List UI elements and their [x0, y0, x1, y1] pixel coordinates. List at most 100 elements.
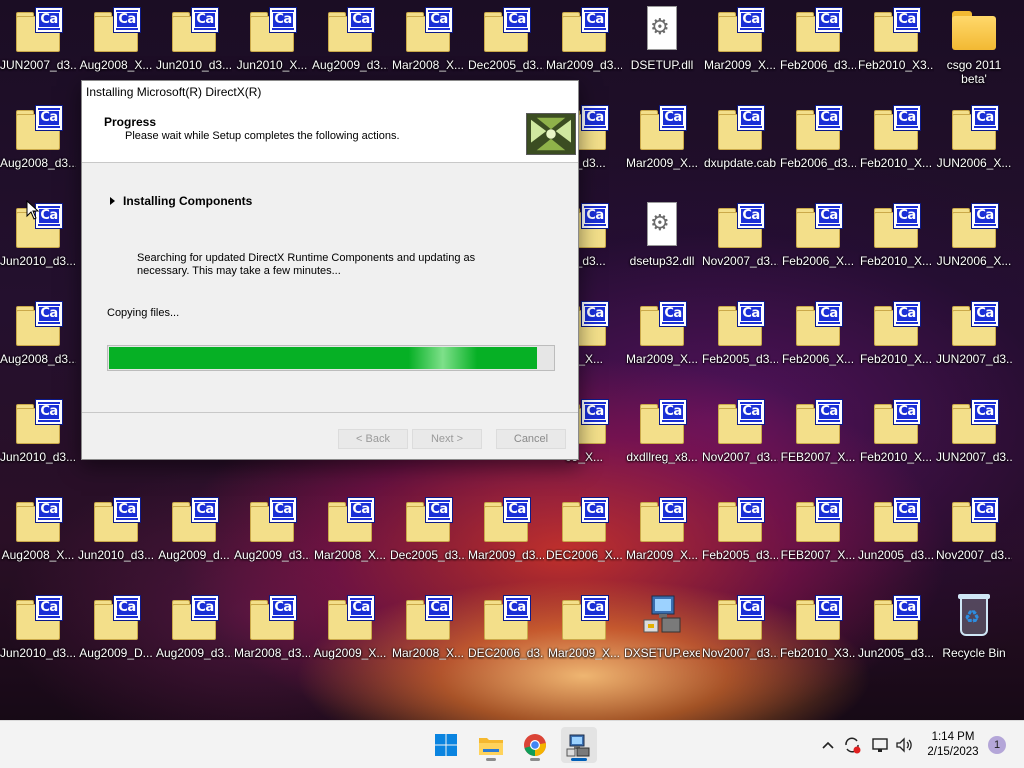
- desktop-icon[interactable]: Ca Mar2009_X...: [624, 100, 700, 192]
- desktop-icon[interactable]: Ca Mar2009_X...: [624, 296, 700, 388]
- desktop-icon-label: Mar2009_X...: [625, 548, 699, 562]
- cab-file-icon: Ca: [794, 202, 843, 250]
- cab-file-icon: Ca: [872, 6, 921, 54]
- desktop-icon[interactable]: Ca Mar2008_X...: [390, 590, 466, 682]
- desktop-icon[interactable]: Ca Aug2008_X...: [0, 492, 76, 584]
- cab-file-icon: Ca: [638, 398, 687, 446]
- cab-file-icon: Ca: [482, 6, 531, 54]
- desktop-icon-label: csgo 2011 beta': [946, 58, 1002, 86]
- desktop-icon-label: FEB2007_X...: [780, 450, 856, 464]
- cab-file-icon: Ca: [638, 496, 687, 544]
- desktop-icon[interactable]: Ca dxdllreg_x8...: [624, 394, 700, 486]
- desktop-icon[interactable]: Ca FEB2007_X...: [780, 394, 856, 486]
- desktop-icon[interactable]: Ca Feb2010_X...: [858, 100, 934, 192]
- chrome-button[interactable]: [517, 727, 553, 763]
- desktop-icon[interactable]: Ca Aug2008_d3...: [0, 296, 76, 388]
- desktop-icon[interactable]: ♻ Recycle Bin: [936, 590, 1012, 682]
- cab-file-icon: Ca: [248, 6, 297, 54]
- desktop-icon[interactable]: Ca Nov2007_d3...: [702, 590, 778, 682]
- desktop-icon-label: Feb2010_X...: [859, 156, 933, 170]
- desktop-icon[interactable]: Ca Feb2006_d3...: [780, 100, 856, 192]
- desktop-icon[interactable]: Ca Feb2010_X...: [858, 394, 934, 486]
- show-hidden-icons-chevron-icon[interactable]: [818, 735, 838, 755]
- desktop-icon[interactable]: Ca Feb2005_d3...: [702, 492, 778, 584]
- desktop-icon-label: Nov2007_d3...: [936, 548, 1012, 562]
- cab-file-icon: Ca: [872, 594, 921, 642]
- desktop-icon[interactable]: Ca Feb2010_X...: [858, 198, 934, 290]
- dxsetup-taskbar-button[interactable]: [561, 727, 597, 763]
- desktop-icon[interactable]: Ca Aug2009_D...: [78, 590, 154, 682]
- cab-file-icon: Ca: [14, 104, 63, 152]
- desktop-icon[interactable]: Ca dxupdate.cab: [702, 100, 778, 192]
- desktop-icon-label: Feb2006_d3...: [780, 58, 856, 72]
- desktop-icon-label: Jun2010_d3...: [0, 254, 76, 268]
- desktop-icon[interactable]: Ca Jun2010_d3...: [78, 492, 154, 584]
- desktop-icon[interactable]: Ca Feb2006_X...: [780, 296, 856, 388]
- desktop-icon-label: Feb2010_X...: [859, 352, 933, 366]
- desktop-icon[interactable]: Ca Feb2010_X3...: [858, 2, 934, 94]
- desktop-icon[interactable]: ⚙ DSETUP.dll: [624, 2, 700, 94]
- desktop-icon[interactable]: Ca Feb2010_X3...: [780, 590, 856, 682]
- desktop-icon[interactable]: Ca Feb2005_d3...: [702, 296, 778, 388]
- desktop-icon[interactable]: Ca Nov2007_d3...: [936, 492, 1012, 584]
- desktop-icon[interactable]: Ca Nov2007_d3...: [702, 198, 778, 290]
- desktop-icon[interactable]: DXSETUP.exe: [624, 590, 700, 682]
- desktop-icon[interactable]: Ca Aug2009_X...: [312, 590, 388, 682]
- desktop-icon[interactable]: Ca Mar2009_X...: [624, 492, 700, 584]
- desktop-icon[interactable]: Ca Mar2008_d3...: [234, 590, 310, 682]
- desktop-icon[interactable]: Ca JUN2007_d3...: [936, 394, 1012, 486]
- desktop-icon[interactable]: Ca Dec2005_d3...: [390, 492, 466, 584]
- desktop-icon[interactable]: Ca Aug2008_d3...: [0, 100, 76, 192]
- back-button[interactable]: < Back: [338, 429, 408, 449]
- desktop-icon[interactable]: Ca DEC2006_d3...: [468, 590, 544, 682]
- cab-file-icon: Ca: [14, 6, 63, 54]
- desktop-icon[interactable]: Ca Aug2009_d...: [156, 492, 232, 584]
- cancel-button[interactable]: Cancel: [496, 429, 566, 449]
- desktop-icon-label: Aug2009_d3...: [156, 646, 232, 660]
- desktop-icon[interactable]: Ca JUN2007_d3...: [0, 2, 76, 94]
- desktop-icon-label: Mar2008_X...: [313, 548, 387, 562]
- desktop-icon[interactable]: Ca Mar2009_X...: [546, 590, 622, 682]
- desktop-icon[interactable]: ⚙ dsetup32.dll: [624, 198, 700, 290]
- cab-file-icon: Ca: [14, 594, 63, 642]
- desktop-icon[interactable]: Ca JUN2007_d3...: [936, 296, 1012, 388]
- desktop-icon[interactable]: Ca Feb2006_d3...: [780, 2, 856, 94]
- desktop-icon[interactable]: Ca Jun2010_d3...: [0, 590, 76, 682]
- desktop-icon-label: Jun2010_d3...: [0, 646, 76, 660]
- cab-file-icon: Ca: [872, 104, 921, 152]
- desktop-icon[interactable]: Ca FEB2007_X...: [780, 492, 856, 584]
- desktop-icon-label: DSETUP.dll: [630, 58, 694, 72]
- desktop-icon[interactable]: Ca Mar2009_d3...: [468, 492, 544, 584]
- cab-file-icon: Ca: [950, 300, 999, 348]
- network-icon[interactable]: [870, 735, 890, 755]
- cab-file-icon: Ca: [794, 496, 843, 544]
- desktop-icon[interactable]: Ca JUN2006_X...: [936, 198, 1012, 290]
- start-button[interactable]: [428, 727, 464, 763]
- desktop-icon[interactable]: Ca Mar2009_X...: [702, 2, 778, 94]
- desktop-icon-label: dsetup32.dll: [629, 254, 695, 268]
- next-button[interactable]: Next >: [412, 429, 482, 449]
- notification-badge[interactable]: 1: [988, 736, 1006, 754]
- desktop-icon[interactable]: Ca Jun2005_d3...: [858, 492, 934, 584]
- file-explorer-button[interactable]: [473, 727, 509, 763]
- desktop-icon-label: Jun2010_d3...: [156, 58, 232, 72]
- desktop-icon[interactable]: Ca Feb2006_X...: [780, 198, 856, 290]
- desktop-icon[interactable]: csgo 2011 beta': [936, 2, 1012, 94]
- desktop-icon[interactable]: Ca Jun2010_d3...: [0, 394, 76, 486]
- volume-icon[interactable]: [894, 735, 914, 755]
- desktop-icon[interactable]: Ca Aug2009_d3...: [234, 492, 310, 584]
- taskbar-clock[interactable]: 1:14 PM 2/15/2023: [920, 730, 986, 760]
- desktop-icon-label: DEC2006_d3...: [468, 646, 544, 660]
- desktop-icon-label: Mar2009_d3...: [546, 58, 622, 72]
- desktop-icon[interactable]: Ca JUN2006_X...: [936, 100, 1012, 192]
- desktop-icon[interactable]: Ca Jun2005_d3...: [858, 590, 934, 682]
- cab-file-icon: Ca: [794, 104, 843, 152]
- desktop-icon[interactable]: Ca Feb2010_X...: [858, 296, 934, 388]
- cab-file-icon: Ca: [716, 594, 765, 642]
- active-indicator: [571, 758, 587, 761]
- desktop-icon[interactable]: Ca Nov2007_d3...: [702, 394, 778, 486]
- desktop-icon[interactable]: Ca Aug2009_d3...: [156, 590, 232, 682]
- desktop-icon[interactable]: Ca DEC2006_X...: [546, 492, 622, 584]
- sync-alert-icon[interactable]: [842, 735, 862, 755]
- desktop-icon[interactable]: Ca Mar2008_X...: [312, 492, 388, 584]
